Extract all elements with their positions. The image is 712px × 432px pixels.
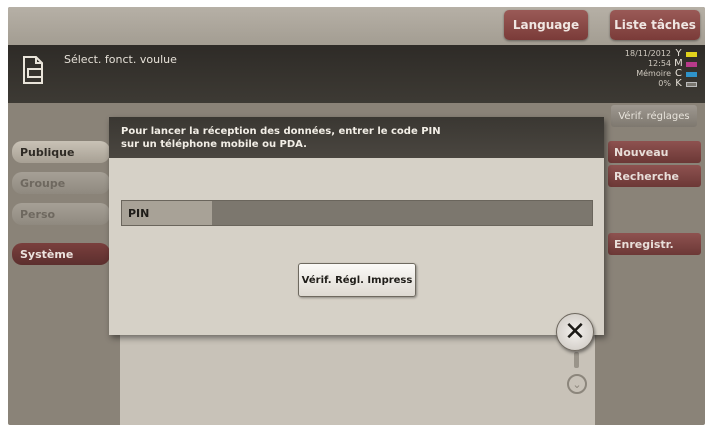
job-list-button[interactable]: Liste tâches <box>610 10 700 40</box>
scroll-handle[interactable] <box>574 352 579 368</box>
memory-label: Mémoire <box>636 69 671 78</box>
status-panel: 18/11/2012 Y 12:54 M Mémoire C 0% K <box>607 49 697 89</box>
dialog-message: Pour lancer la réception des données, en… <box>109 117 604 158</box>
time-text: 12:54 <box>647 59 671 68</box>
verify-print-settings-button[interactable]: Vérif. Régl. Impress <box>298 263 416 297</box>
memory-value: 0% <box>658 79 671 88</box>
tab-public[interactable]: Publique <box>12 141 110 163</box>
scroll-down-icon[interactable]: ⌄ <box>567 374 587 394</box>
top-bar: Language Liste tâches <box>8 7 705 45</box>
control-panel-screen: Language Liste tâches Sélect. fonct. vou… <box>8 7 705 425</box>
close-icon[interactable]: ✕ <box>556 313 594 351</box>
new-button[interactable]: Nouveau <box>608 141 701 163</box>
pin-label: PIN <box>122 201 212 225</box>
document-icon <box>23 56 43 84</box>
toner-black-bar <box>686 81 697 87</box>
language-button[interactable]: Language <box>504 10 588 40</box>
toner-magenta-bar <box>686 61 697 67</box>
tab-personal[interactable]: Perso <box>12 203 110 225</box>
page-title: Sélect. fonct. voulue <box>64 53 177 66</box>
register-button[interactable]: Enregistr. <box>608 233 701 255</box>
toner-label: K <box>675 78 682 89</box>
verify-settings-button[interactable]: Vérif. réglages <box>611 105 697 127</box>
toner-yellow-bar <box>686 51 697 57</box>
list-area <box>120 327 595 425</box>
pin-dialog: Pour lancer la réception des données, en… <box>109 117 604 335</box>
search-button[interactable]: Recherche <box>608 165 701 187</box>
toner-cyan-bar <box>686 71 697 77</box>
header: Sélect. fonct. voulue 18/11/2012 Y 12:54 M… <box>8 45 705 103</box>
date-text: 18/11/2012 <box>624 49 671 58</box>
tab-group[interactable]: Groupe <box>12 172 110 194</box>
pin-field[interactable]: PIN <box>121 200 593 226</box>
tab-system[interactable]: Système <box>12 243 110 265</box>
